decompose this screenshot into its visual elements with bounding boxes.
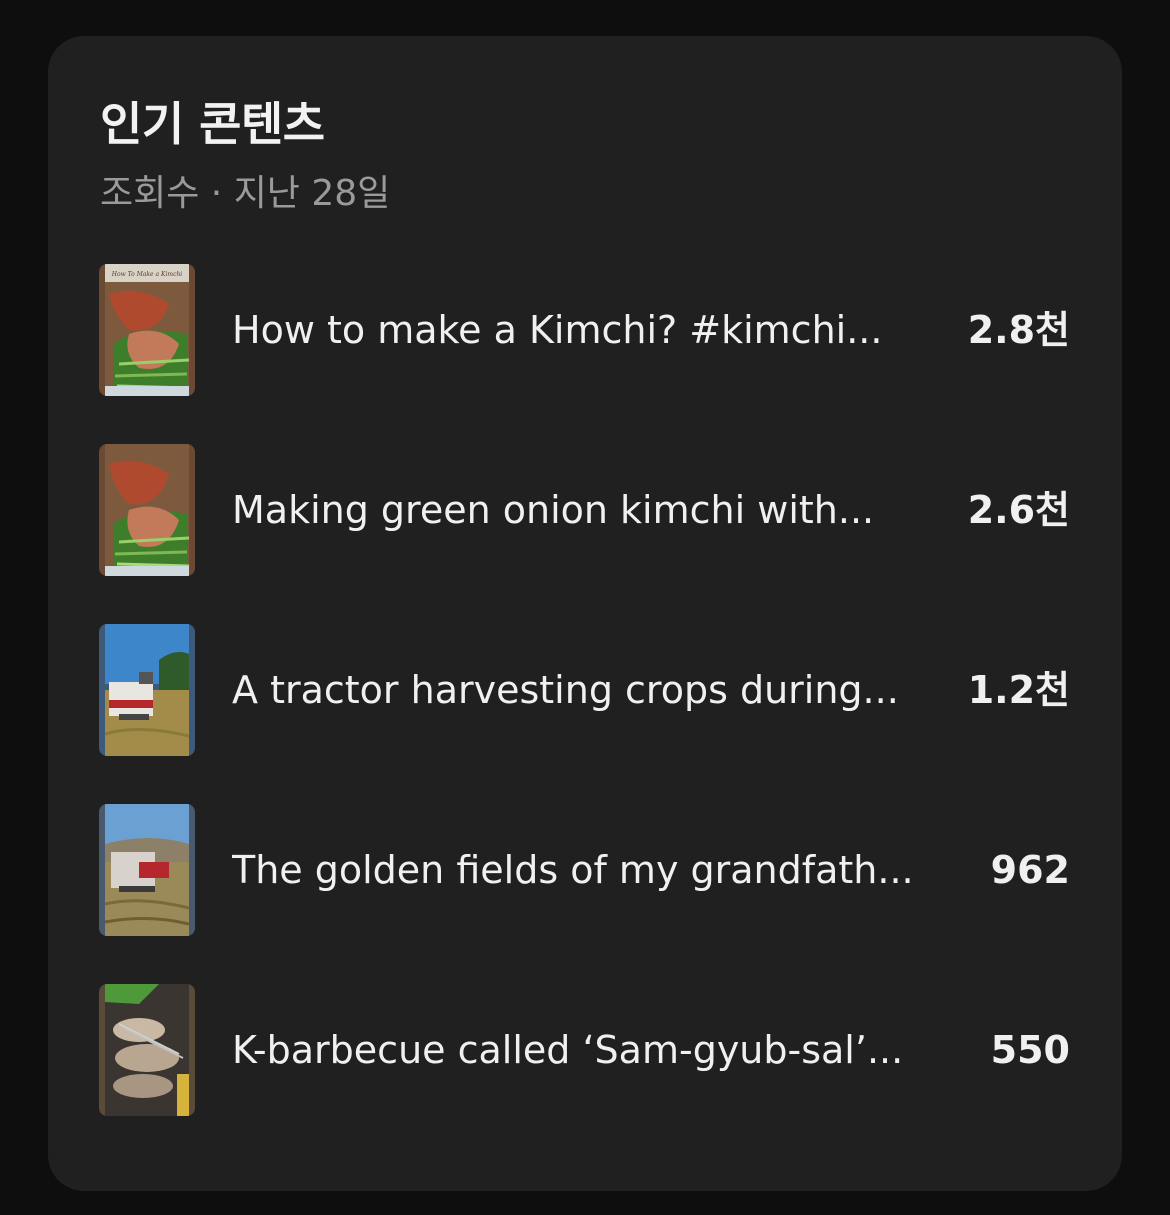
barbecue-thumbnail[interactable]: [99, 984, 195, 1116]
harvester-field-thumbnail[interactable]: [99, 804, 195, 936]
view-count: 2.8천: [967, 308, 1070, 352]
top-content-card: 인기 콘텐츠 조회수 · 지난 28일 How To Make a Kimchi: [48, 36, 1122, 1191]
kimchi-thumbnail[interactable]: [99, 444, 195, 576]
content-title[interactable]: The golden fields of my grandfath...: [232, 846, 932, 894]
kimchi-thumbnail[interactable]: How To Make a Kimchi: [99, 264, 195, 396]
content-row[interactable]: The golden fields of my grandfath... 962: [48, 804, 1122, 936]
content-row[interactable]: A tractor harvesting crops during... 1.2…: [48, 624, 1122, 756]
thumbnail-caption: How To Make a Kimchi: [111, 271, 183, 278]
content-title[interactable]: A tractor harvesting crops during...: [232, 666, 932, 714]
view-count: 1.2천: [967, 668, 1070, 712]
view-count: 962: [990, 848, 1070, 892]
card-subtitle: 조회수 · 지난 28일: [100, 173, 391, 214]
content-title[interactable]: How to make a Kimchi? #kimchi...: [232, 306, 932, 354]
content-row[interactable]: K-barbecue called ‘Sam-gyub-sal’... 550: [48, 984, 1122, 1116]
content-row[interactable]: How To Make a Kimchi How to make a Kimch…: [48, 264, 1122, 396]
tractor-thumbnail[interactable]: [99, 624, 195, 756]
view-count: 2.6천: [967, 488, 1070, 532]
content-title[interactable]: K-barbecue called ‘Sam-gyub-sal’...: [232, 1026, 932, 1074]
content-title[interactable]: Making green onion kimchi with...: [232, 486, 932, 534]
content-row[interactable]: Making green onion kimchi with... 2.6천: [48, 444, 1122, 576]
view-count: 550: [990, 1028, 1070, 1072]
card-title: 인기 콘텐츠: [100, 97, 325, 151]
